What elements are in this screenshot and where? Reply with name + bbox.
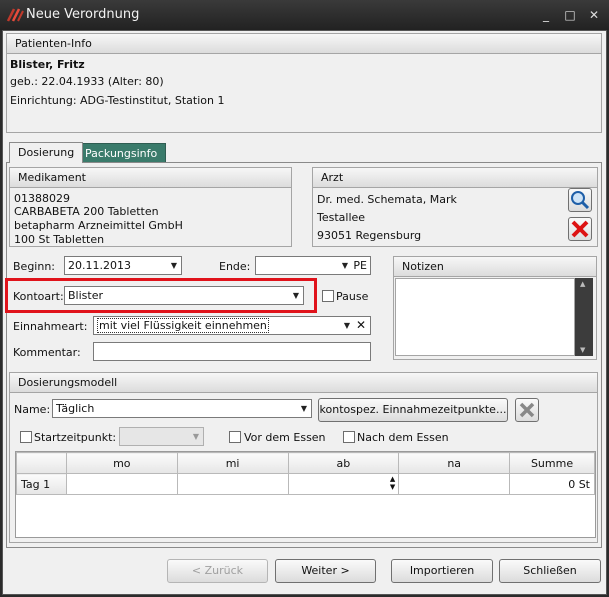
kontoart-label: Kontoart: (13, 290, 64, 303)
grey-x-icon (519, 402, 535, 418)
cell-summe: 0 St (509, 473, 595, 495)
schliessen-button[interactable]: Schließen (499, 559, 601, 583)
column-header-na[interactable]: na (398, 452, 511, 474)
arzt-header: Arzt (313, 168, 597, 188)
red-x-icon (571, 220, 589, 238)
notizen-scrollbar[interactable]: ▲ ▼ (575, 278, 593, 356)
startzeitpunkt-checkbox[interactable] (20, 431, 32, 443)
dosierungsmodell-header: Dosierungsmodell (10, 373, 597, 393)
beginn-value: 20.11.2013 (68, 259, 131, 272)
kommentar-label: Kommentar: (13, 346, 81, 359)
dosierungsmodell-name-value: Täglich (56, 402, 95, 415)
beginn-label: Beginn: (13, 260, 56, 273)
weiter-button[interactable]: Weiter > (275, 559, 376, 583)
startzeitpunkt-label: Startzeitpunkt: (34, 431, 117, 444)
ende-date-picker[interactable]: ▼ PE (255, 256, 371, 275)
column-header-ab[interactable]: ab (287, 452, 400, 474)
notizen-header: Notizen (394, 257, 596, 277)
name-label: Name: (14, 403, 51, 416)
dosierungsmodell-name-select[interactable]: Täglich ▼ (52, 399, 312, 418)
chevron-down-icon: ▼ (292, 291, 299, 300)
beginn-date-picker[interactable]: 20.11.2013 ▼ (64, 256, 182, 275)
kommentar-input[interactable] (93, 342, 371, 361)
notizen-textarea[interactable] (395, 278, 575, 356)
chevron-down-icon: ▼ (300, 404, 307, 413)
dosierungsmodell-delete-button[interactable] (515, 398, 539, 422)
medikament-header: Medikament (10, 168, 291, 188)
kontoart-select[interactable]: Blister ▼ (64, 286, 304, 305)
cell-mi[interactable] (176, 473, 289, 495)
einnahmeart-label: Einnahmeart: (13, 320, 88, 333)
chevron-down-icon: ▼ (170, 261, 177, 270)
chevron-down-icon: ▼ (343, 321, 350, 330)
scroll-up-icon[interactable]: ▲ (580, 280, 585, 288)
cell-na[interactable] (398, 473, 511, 495)
einnahmeart-value: mit viel Flüssigkeit einnehmen (97, 318, 269, 333)
grid-header-row: mo mi ab na Summe (16, 452, 595, 474)
ende-pe-label: PE (353, 259, 367, 272)
medikament-package: 100 St Tabletten (14, 233, 105, 246)
arzt-name: Dr. med. Schemata, Mark (317, 193, 457, 206)
patient-info-header: Patienten-Info (7, 34, 601, 54)
importieren-button[interactable]: Importieren (391, 559, 493, 583)
dosierung-grid: mo mi ab na Summe Tag 1 ▲ ▼ 0 St (15, 451, 596, 538)
column-header-mo[interactable]: mo (65, 452, 178, 474)
vor-dem-essen-checkbox[interactable] (229, 431, 241, 443)
magnifier-icon (571, 191, 590, 210)
patient-facility: Einrichtung: ADG-Testinstitut, Station 1 (10, 94, 225, 107)
app-logo-icon (6, 8, 24, 22)
column-header-mi[interactable]: mi (176, 452, 289, 474)
cell-ab[interactable]: ▲ ▼ (287, 473, 400, 495)
medikament-name: CARBABETA 200 Tabletten (14, 205, 159, 218)
title-bar[interactable]: Neue Verordnung _ □ ✕ (0, 0, 609, 30)
medikament-manufacturer: betapharm Arzneimittel GmbH (14, 219, 183, 232)
arzt-street: Testallee (317, 211, 366, 224)
tab-dosierung[interactable]: Dosierung (9, 142, 84, 163)
row-day-label: Tag 1 (16, 473, 67, 495)
zurueck-button[interactable]: < Zurück (167, 559, 268, 583)
chevron-down-icon: ▼ (192, 432, 199, 441)
medikament-pzn: 01388029 (14, 192, 70, 205)
arzt-remove-button[interactable] (568, 217, 592, 241)
startzeitpunkt-picker[interactable]: ▼ (119, 427, 204, 446)
chevron-down-icon: ▼ (341, 261, 348, 270)
clear-icon[interactable]: ✕ (356, 317, 366, 334)
column-header-day (16, 452, 67, 474)
patient-birth: geb.: 22.04.1933 (Alter: 80) (10, 75, 164, 88)
close-button[interactable]: ✕ (585, 6, 603, 24)
patient-name: Blister, Fritz (10, 58, 85, 71)
nach-dem-essen-label: Nach dem Essen (357, 431, 449, 444)
kontospez-einnahmezeitpunkte-button[interactable]: kontospez. Einnahmezeitpunkte... (318, 398, 508, 422)
vor-dem-essen-label: Vor dem Essen (244, 431, 326, 444)
ende-label: Ende: (219, 260, 251, 273)
minimize-button[interactable]: _ (537, 6, 555, 24)
nach-dem-essen-checkbox[interactable] (343, 431, 355, 443)
pause-checkbox[interactable] (322, 290, 334, 302)
table-row: Tag 1 ▲ ▼ 0 St (16, 473, 595, 495)
maximize-button[interactable]: □ (561, 6, 579, 24)
kontoart-value: Blister (68, 289, 103, 302)
scroll-down-icon[interactable]: ▼ (580, 346, 585, 354)
window-title: Neue Verordnung (26, 7, 140, 22)
pause-label: Pause (336, 290, 369, 303)
tab-packungsinfo[interactable]: Packungsinfo (76, 143, 167, 164)
arzt-search-button[interactable] (568, 188, 592, 212)
einnahmeart-select[interactable]: mit viel Flüssigkeit einnehmen ▼ ✕ (93, 316, 371, 335)
spinner-icon[interactable]: ▲ ▼ (390, 475, 395, 491)
arzt-city: 93051 Regensburg (317, 229, 422, 242)
column-header-summe[interactable]: Summe (509, 452, 595, 474)
cell-mo[interactable] (65, 473, 178, 495)
